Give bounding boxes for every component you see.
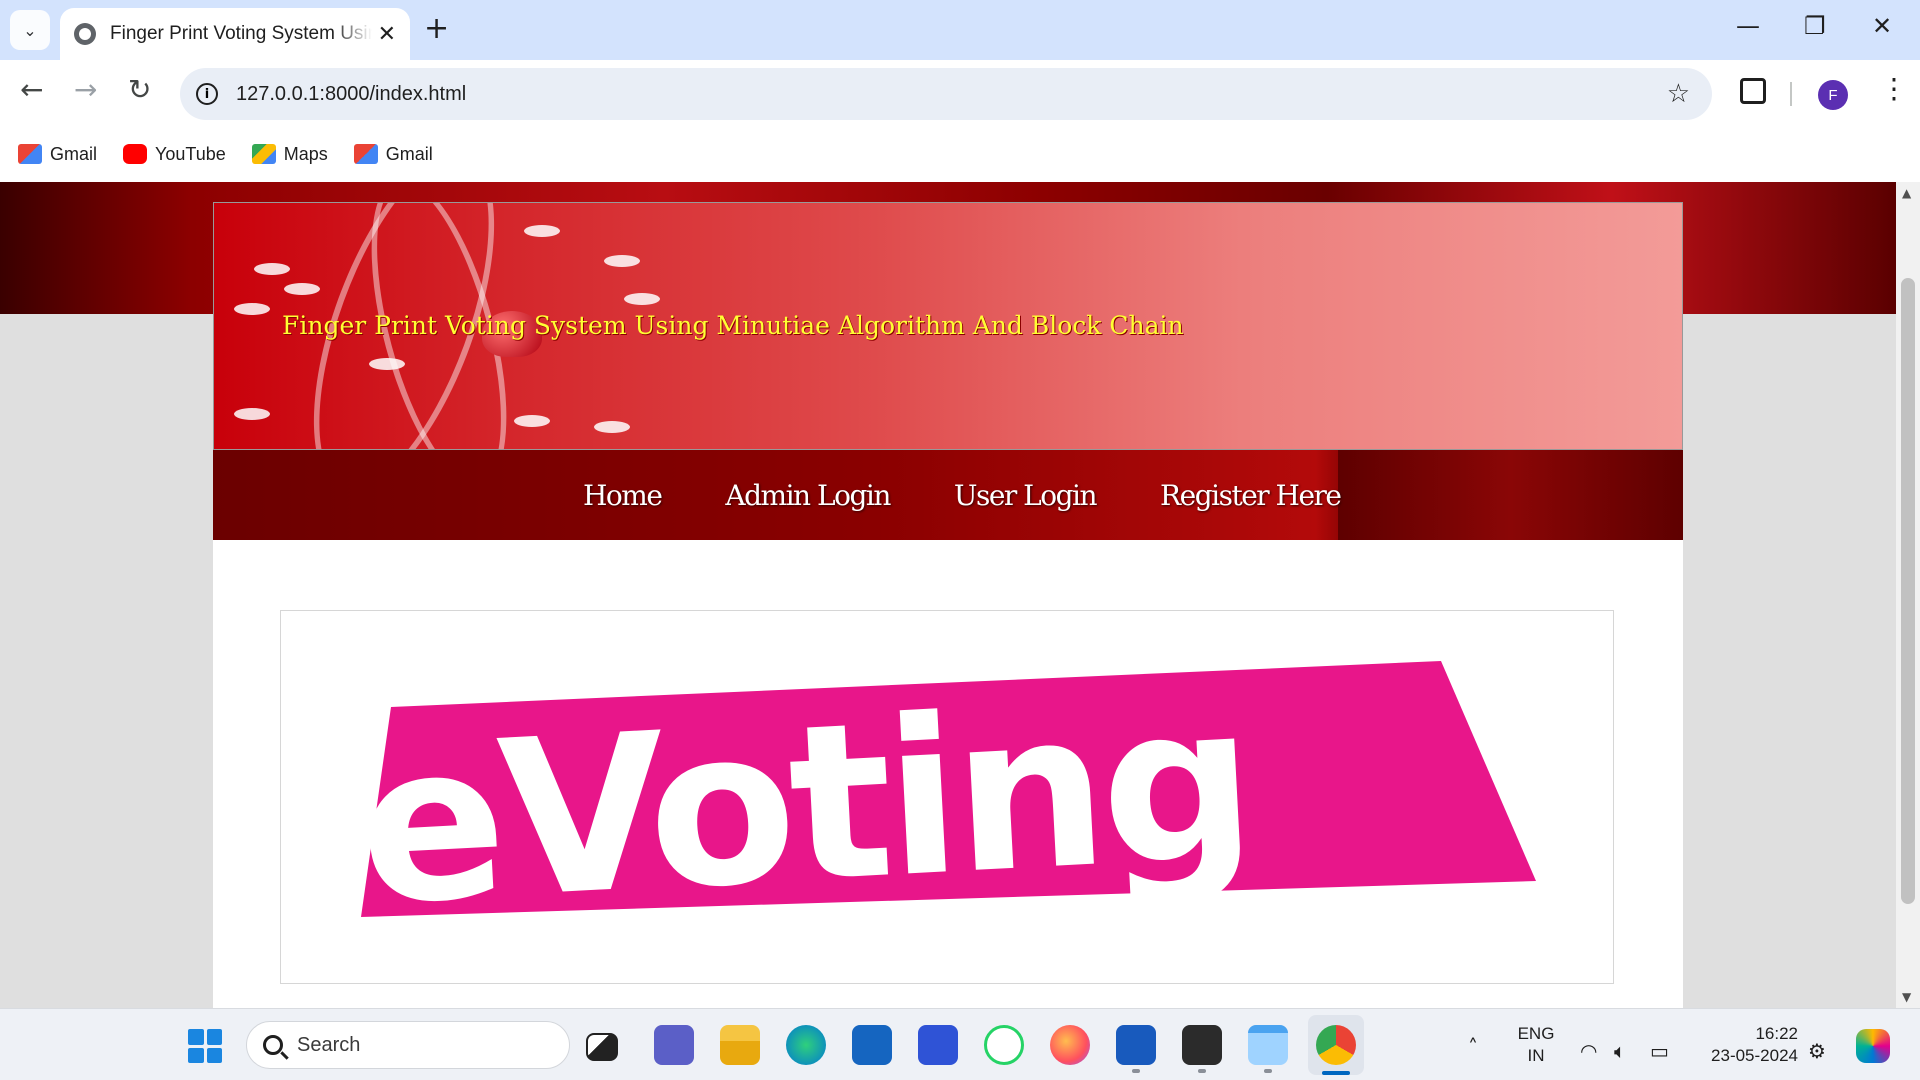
wifi-icon[interactable]: ◠ xyxy=(1580,1039,1597,1063)
region-code: IN xyxy=(1527,1046,1545,1065)
tab-close-icon[interactable]: ✕ xyxy=(378,22,396,47)
heart-decoration xyxy=(369,358,405,370)
nav-admin-login[interactable]: Admin Login xyxy=(725,479,891,512)
minimize-icon[interactable]: — xyxy=(1736,12,1760,40)
profile-avatar[interactable]: F xyxy=(1818,80,1848,110)
windows-start-icon[interactable] xyxy=(188,1029,222,1063)
page-viewport: Finger Print Voting System Using Minutia… xyxy=(0,182,1896,1008)
terminal-icon[interactable] xyxy=(1182,1025,1222,1065)
taskbar-search[interactable]: Search xyxy=(246,1021,570,1069)
bookmark-gmail[interactable]: Gmail xyxy=(18,144,97,165)
extensions-icon[interactable] xyxy=(1740,78,1766,104)
clock-date: 23-05-2024 xyxy=(1711,1046,1798,1065)
bookmark-label: YouTube xyxy=(155,143,226,164)
vertical-scrollbar[interactable]: ▲ ▼ xyxy=(1896,182,1920,1008)
heart-decoration xyxy=(234,303,270,315)
scroll-up-icon[interactable]: ▲ xyxy=(1902,186,1911,200)
address-bar[interactable]: i 127.0.0.1:8000/index.html ☆ xyxy=(180,68,1712,120)
firefox-icon[interactable] xyxy=(1050,1025,1090,1065)
notepad-icon[interactable] xyxy=(1248,1025,1288,1065)
bookmark-maps[interactable]: Maps xyxy=(251,143,328,165)
evoting-logo: eVoting xyxy=(354,656,1536,953)
gmail-icon xyxy=(353,144,378,164)
scroll-down-icon[interactable]: ▼ xyxy=(1902,990,1911,1004)
chrome-icon[interactable] xyxy=(1316,1025,1356,1065)
menu-icon[interactable]: ⋮ xyxy=(1880,74,1908,104)
heart-decoration xyxy=(594,421,630,433)
site-banner: Finger Print Voting System Using Minutia… xyxy=(213,202,1683,450)
word-icon[interactable] xyxy=(1116,1025,1156,1065)
file-explorer-icon[interactable] xyxy=(720,1025,760,1065)
nav-home[interactable]: Home xyxy=(583,479,663,512)
bookmark-label: Gmail xyxy=(50,143,98,164)
tab-strip: ⌄ Finger Print Voting System Using Minut… xyxy=(0,0,1920,60)
back-icon[interactable]: ← xyxy=(20,74,43,106)
maps-icon xyxy=(251,144,276,164)
teams-icon[interactable] xyxy=(654,1025,694,1065)
scrollbar-thumb[interactable] xyxy=(1901,278,1915,904)
nav-links: Home Admin Login User Login Register Her… xyxy=(583,450,1342,540)
battery-icon[interactable]: ▭ xyxy=(1650,1039,1669,1063)
globe-icon xyxy=(74,23,96,45)
restore-icon[interactable]: ❐ xyxy=(1804,12,1826,40)
heart-decoration xyxy=(254,263,290,275)
tab-search-button[interactable]: ⌄ xyxy=(10,10,50,50)
site-title: Finger Print Voting System Using Minutia… xyxy=(282,311,1184,340)
site-info-icon[interactable]: i xyxy=(196,83,218,105)
bookmarks-bar: Gmail YouTube Maps Gmail xyxy=(0,126,1920,182)
copilot-icon[interactable] xyxy=(1856,1029,1890,1063)
active-app-indicator xyxy=(1322,1071,1350,1075)
chevron-down-icon: ⌄ xyxy=(23,20,37,40)
clock-time: 16:22 xyxy=(1755,1024,1798,1043)
bookmark-label: Maps xyxy=(283,143,328,164)
browser-toolbar: ← → ↻ i 127.0.0.1:8000/index.html ☆ F ⋮ xyxy=(0,60,1920,126)
language-indicator[interactable]: ENG IN xyxy=(1508,1023,1564,1067)
bookmark-gmail[interactable]: Gmail xyxy=(353,143,433,165)
windows-taskbar: Search ˄ ENG IN ◠ 🔈︎ ▭ 16:22 23-05-2024 … xyxy=(0,1008,1920,1080)
bookmark-star-icon[interactable]: ☆ xyxy=(1667,79,1690,109)
app-running-indicator xyxy=(1132,1069,1140,1073)
url-text[interactable]: 127.0.0.1:8000/index.html xyxy=(236,83,466,106)
store-icon[interactable] xyxy=(852,1025,892,1065)
whatsapp-icon[interactable] xyxy=(984,1025,1024,1065)
heart-decoration xyxy=(514,415,550,427)
new-tab-button[interactable]: + xyxy=(424,14,449,44)
language-code: ENG xyxy=(1517,1024,1555,1043)
heart-decoration xyxy=(234,408,270,420)
bookmark-youtube[interactable]: YouTube xyxy=(123,144,226,165)
chevron-up-icon[interactable]: ˄ xyxy=(1468,1035,1478,1059)
youtube-icon xyxy=(123,144,148,164)
active-tab[interactable]: Finger Print Voting System Using Minutia… xyxy=(60,8,410,60)
notification-icon[interactable]: ⚙ xyxy=(1808,1039,1826,1063)
clock[interactable]: 16:22 23-05-2024 xyxy=(1694,1023,1798,1067)
search-placeholder: Search xyxy=(297,1033,361,1056)
app-running-indicator xyxy=(1264,1069,1272,1073)
bookmark-label: Gmail xyxy=(385,143,433,164)
heart-decoration xyxy=(524,225,560,237)
page-container: Finger Print Voting System Using Minutia… xyxy=(213,202,1683,1008)
nav-register-here[interactable]: Register Here xyxy=(1160,479,1342,512)
nav-user-login[interactable]: User Login xyxy=(954,479,1098,512)
tab-title: Finger Print Voting System Using Minutia… xyxy=(110,23,372,44)
volume-icon[interactable]: 🔈︎ xyxy=(1614,1039,1626,1063)
reload-icon[interactable]: ↻ xyxy=(128,74,151,106)
task-view-icon[interactable] xyxy=(586,1033,618,1061)
main-nav: Home Admin Login User Login Register Her… xyxy=(213,450,1683,540)
heart-decoration xyxy=(284,283,320,295)
nav-decoration xyxy=(1338,450,1683,540)
edge-icon[interactable] xyxy=(786,1025,826,1065)
toolbar-divider xyxy=(1790,82,1792,106)
search-icon xyxy=(263,1035,283,1055)
evoting-image-frame: eVoting xyxy=(280,610,1614,984)
evoting-logo-text: eVoting xyxy=(354,656,1256,953)
close-window-icon[interactable]: ✕ xyxy=(1872,12,1892,40)
forward-icon[interactable]: → xyxy=(74,74,97,106)
app-running-indicator xyxy=(1198,1069,1206,1073)
vscode-icon[interactable] xyxy=(918,1025,958,1065)
heart-decoration xyxy=(604,255,640,267)
heart-decoration xyxy=(624,293,660,305)
gmail-icon xyxy=(18,144,42,164)
